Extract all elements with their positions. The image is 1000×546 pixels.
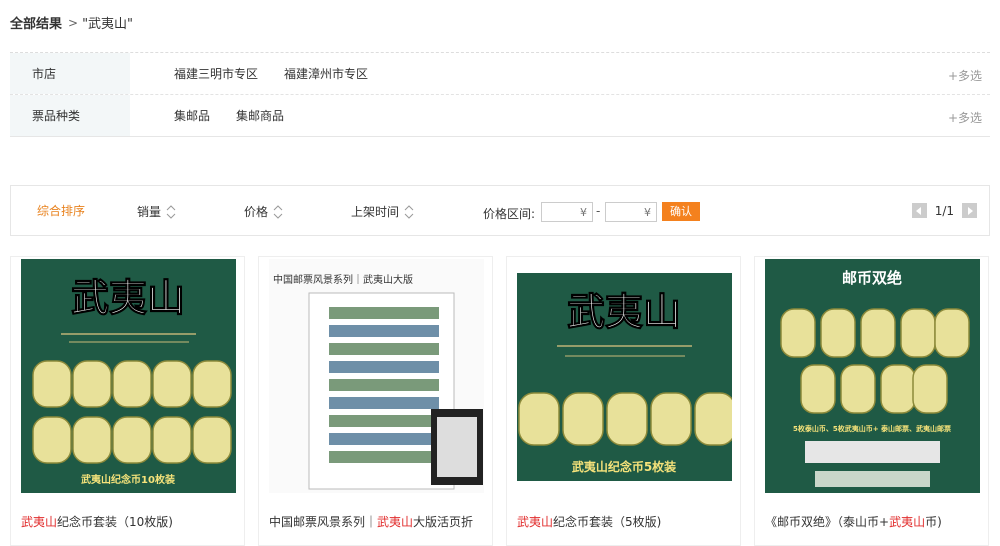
image-caption: 中国邮票风景系列｜武夷山大版 bbox=[273, 273, 413, 286]
price-min-input[interactable] bbox=[541, 202, 593, 222]
image-heading: 武夷山 bbox=[71, 275, 185, 320]
sort-label: 上架时间 bbox=[351, 205, 400, 219]
product-card[interactable]: 邮币双绝 5枚泰山币、5枚武夷山币+ 泰山邮票、武夷山邮票 《邮币双绝》（泰山币… bbox=[754, 256, 989, 546]
pagination: 1/1 bbox=[911, 203, 977, 218]
breadcrumb-query: "武夷山" bbox=[82, 17, 134, 32]
product-title[interactable]: 《邮币双绝》（泰山币+武夷山币) bbox=[765, 513, 942, 530]
sort-arrows-icon bbox=[273, 204, 283, 219]
sort-composite[interactable]: 综合排序 bbox=[11, 186, 111, 235]
filter-row-type: 票品种类 集邮品 集邮商品 +多选 bbox=[10, 95, 990, 137]
price-confirm-button[interactable]: 确认 bbox=[662, 202, 700, 221]
product-title[interactable]: 武夷山纪念币套装（10枚版) bbox=[21, 513, 173, 530]
chevron-right-icon bbox=[967, 206, 973, 215]
breadcrumb-root[interactable]: 全部结果 bbox=[10, 13, 62, 32]
image-caption: 5枚泰山币、5枚武夷山币+ 泰山邮票、武夷山邮票 bbox=[793, 424, 951, 433]
filter-option[interactable]: 集邮商品 bbox=[236, 107, 284, 124]
filter-label: 市店 bbox=[10, 53, 130, 94]
filter-option[interactable]: 集邮品 bbox=[174, 107, 210, 124]
image-heading: 邮币双绝 bbox=[842, 269, 902, 287]
filter-option[interactable]: 福建漳州市专区 bbox=[284, 65, 368, 82]
multi-select-button[interactable]: +多选 bbox=[948, 67, 982, 84]
next-page-button[interactable] bbox=[962, 203, 977, 218]
product-image[interactable]: 中国邮票风景系列｜武夷山大版 bbox=[269, 259, 484, 493]
sort-label: 价格 bbox=[244, 205, 269, 219]
filter-panel: 市店 福建三明市专区 福建漳州市专区 +多选 票品种类 集邮品 集邮商品 +多选 bbox=[10, 52, 990, 137]
image-caption: 武夷山纪念币10枚装 bbox=[81, 473, 175, 486]
product-card[interactable]: 武夷山 武夷山纪念币5枚装 武夷山纪念币套装（5枚版) bbox=[506, 256, 741, 546]
product-title[interactable]: 中国邮票风景系列｜武夷山大版活页折 bbox=[269, 513, 473, 530]
product-card[interactable]: 武夷山 武夷山纪念币10枚装 武夷山纪念币套装（10枚版) bbox=[10, 256, 245, 546]
product-title[interactable]: 武夷山纪念币套装（5枚版) bbox=[517, 513, 661, 530]
breadcrumb-separator: > bbox=[68, 15, 79, 30]
breadcrumb: 全部结果 > "武夷山" bbox=[10, 13, 134, 33]
filter-option[interactable]: 福建三明市专区 bbox=[174, 65, 258, 82]
price-range-label: 价格区间: bbox=[483, 207, 536, 221]
filter-row-store: 市店 福建三明市专区 福建漳州市专区 +多选 bbox=[10, 53, 990, 95]
sort-arrows-icon bbox=[404, 204, 414, 219]
product-image[interactable]: 武夷山 武夷山纪念币5枚装 bbox=[517, 259, 732, 493]
prev-page-button[interactable] bbox=[911, 203, 927, 218]
sort-sales[interactable]: 销量 bbox=[137, 203, 176, 220]
sort-listing-time[interactable]: 上架时间 bbox=[351, 203, 414, 220]
product-card[interactable]: 中国邮票风景系列｜武夷山大版 中国邮票风景系列｜武夷山大版活页折 bbox=[258, 256, 493, 546]
page-indicator: 1/1 bbox=[934, 203, 954, 218]
multi-select-button[interactable]: +多选 bbox=[948, 109, 982, 126]
price-dash: - bbox=[596, 204, 601, 218]
product-image[interactable]: 武夷山 武夷山纪念币10枚装 bbox=[21, 259, 236, 493]
sort-label: 销量 bbox=[137, 205, 162, 219]
product-grid: 武夷山 武夷山纪念币10枚装 武夷山纪念币套装（10枚版) 中国邮票风景系列｜武… bbox=[10, 256, 990, 546]
chevron-left-icon bbox=[916, 206, 922, 215]
sort-price[interactable]: 价格 bbox=[244, 203, 283, 220]
image-heading: 武夷山 bbox=[567, 289, 681, 334]
product-image[interactable]: 邮币双绝 5枚泰山币、5枚武夷山币+ 泰山邮票、武夷山邮票 bbox=[765, 259, 980, 493]
sort-arrows-icon bbox=[166, 204, 176, 219]
filter-label: 票品种类 bbox=[10, 95, 130, 136]
image-caption: 武夷山纪念币5枚装 bbox=[572, 459, 676, 474]
sort-bar: 综合排序 销量 价格 上架时间 价格区间: - 确认 bbox=[10, 185, 990, 236]
price-max-input[interactable] bbox=[605, 202, 657, 222]
